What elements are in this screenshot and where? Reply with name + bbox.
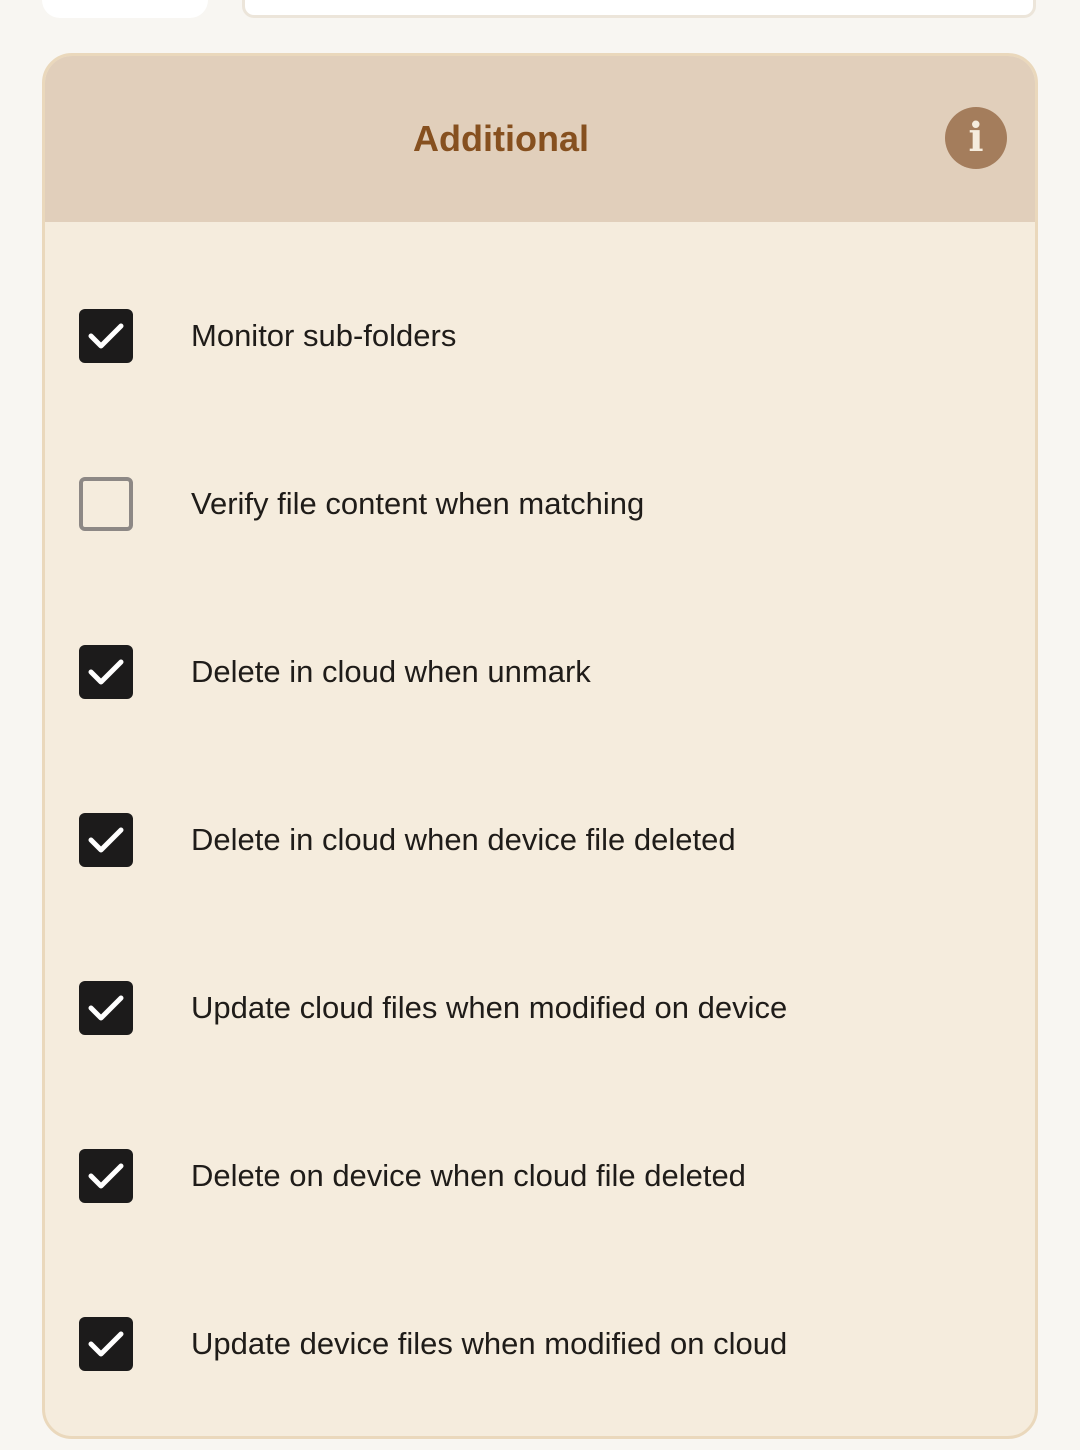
checkmark-icon <box>88 995 124 1021</box>
option-label: Delete in cloud when device file deleted <box>191 822 736 857</box>
folder-path-field[interactable] <box>242 0 1036 18</box>
checkmark-icon <box>88 323 124 349</box>
option-label: Update device files when modified on clo… <box>191 1326 788 1361</box>
checkbox[interactable] <box>79 981 133 1035</box>
option-label: Update cloud files when modified on devi… <box>191 990 788 1025</box>
info-icon[interactable]: i <box>945 107 1007 169</box>
option-label: Verify file content when matching <box>191 486 645 521</box>
page: Additional i Monitor sub-folders Verify … <box>0 0 1080 1450</box>
checkbox[interactable] <box>79 309 133 363</box>
card-title: Additional <box>413 118 589 159</box>
option-delete-device-cloud-deleted[interactable]: Delete on device when cloud file deleted <box>45 1116 1035 1236</box>
checkbox[interactable] <box>79 1317 133 1371</box>
option-delete-cloud-unmark[interactable]: Delete in cloud when unmark <box>45 612 1035 732</box>
option-delete-cloud-device-deleted[interactable]: Delete in cloud when device file deleted <box>45 780 1035 900</box>
checkmark-icon <box>88 1163 124 1189</box>
option-update-cloud-modified-device[interactable]: Update cloud files when modified on devi… <box>45 948 1035 1068</box>
option-label: Delete in cloud when unmark <box>191 654 591 689</box>
checkmark-icon <box>88 1331 124 1357</box>
checkmark-icon <box>88 827 124 853</box>
option-update-device-modified-cloud[interactable]: Update device files when modified on clo… <box>45 1284 1035 1404</box>
checkbox[interactable] <box>79 645 133 699</box>
option-label: Delete on device when cloud file deleted <box>191 1158 746 1193</box>
checkbox[interactable] <box>79 1149 133 1203</box>
checkbox[interactable] <box>79 477 133 531</box>
card-header: Additional i <box>45 56 1035 222</box>
checkmark-icon <box>88 659 124 685</box>
checkbox[interactable] <box>79 813 133 867</box>
option-verify-file-content[interactable]: Verify file content when matching <box>45 444 1035 564</box>
additional-settings-card: Additional i Monitor sub-folders Verify … <box>42 53 1038 1439</box>
option-monitor-subfolders[interactable]: Monitor sub-folders <box>45 276 1035 396</box>
app-logo[interactable] <box>42 0 208 18</box>
option-label: Monitor sub-folders <box>191 318 457 353</box>
